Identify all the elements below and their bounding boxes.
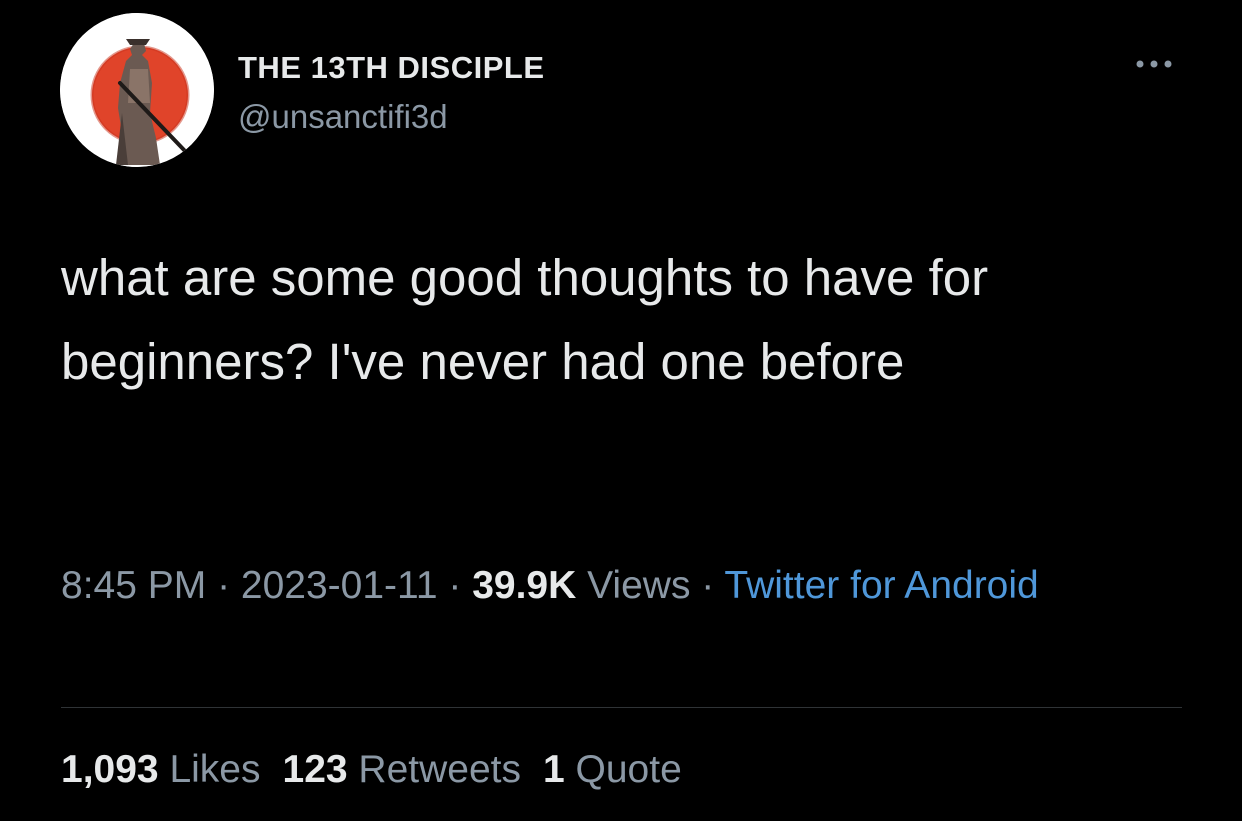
author-handle[interactable]: @unsanctifi3d (238, 98, 448, 136)
meta-separator: · (690, 564, 725, 607)
retweets-count: 123 (282, 748, 348, 791)
likes-count: 1,093 (61, 748, 159, 791)
divider (61, 707, 1182, 708)
tweet-stats: 1,093 Likes 123 Retweets 1 Quote (61, 740, 704, 800)
views-count: 39.9K (472, 564, 577, 607)
quotes-label: Quote (564, 748, 682, 791)
author-display-name[interactable]: THE 13TH DISCIPLE (238, 50, 545, 86)
tweet-time[interactable]: 8:45 PM (61, 564, 206, 607)
quotes-count: 1 (542, 748, 565, 791)
retweets-label: Retweets (347, 748, 521, 791)
quotes-stat[interactable]: 1 Quote (543, 748, 682, 791)
likes-stat[interactable]: 1,093 Likes (61, 748, 261, 791)
tweet-meta: 8:45 PM · 2023-01-11 · 39.9K Views · Twi… (61, 556, 1161, 616)
tweet-text: what are some good thoughts to have for … (61, 249, 989, 390)
avatar[interactable] (60, 13, 214, 167)
tweet-date[interactable]: 2023-01-11 (241, 564, 438, 607)
likes-label: Likes (158, 748, 261, 791)
tweet-card: THE 13TH DISCIPLE @unsanctifi3d what are… (0, 0, 1242, 821)
meta-separator: · (437, 564, 473, 607)
samurai-sun-avatar-icon (60, 13, 214, 167)
retweets-stat[interactable]: 123 Retweets (283, 748, 521, 791)
source-link[interactable]: Twitter for Android (724, 564, 1038, 607)
more-options-button[interactable] (1126, 46, 1182, 82)
more-horizontal-icon (1136, 60, 1172, 68)
views-label: Views (576, 564, 691, 607)
meta-separator: · (206, 564, 241, 607)
